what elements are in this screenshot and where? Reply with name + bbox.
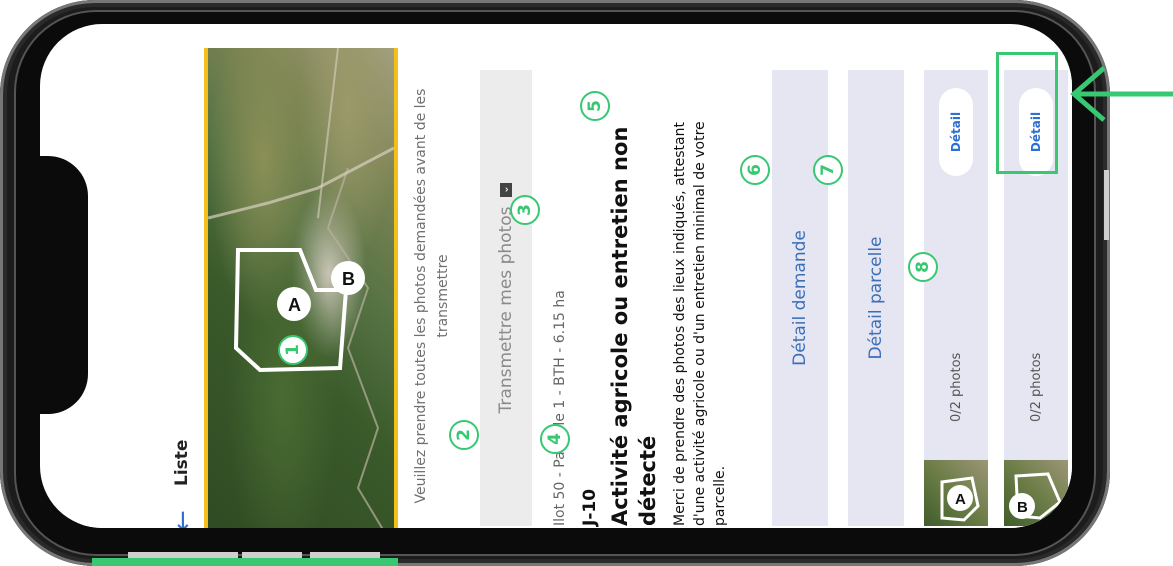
parcel-detail-label: Détail parcelle xyxy=(866,236,886,360)
thumbnail-map: A xyxy=(940,476,980,522)
instructions-text: Veuillez prendre toutes les photos deman… xyxy=(413,88,451,504)
map-label-a: A xyxy=(288,295,301,315)
thumbnail-b: B xyxy=(1004,460,1068,526)
send-photos-label: Transmettre mes photos xyxy=(496,206,516,414)
parcel-detail-panel[interactable]: Détail parcelle xyxy=(848,70,904,526)
thumbnail-label-b: B xyxy=(1017,499,1028,516)
request-detail-label: Détail demande xyxy=(790,230,810,366)
annotation-marker: 4 xyxy=(540,424,570,454)
map-label-b: B xyxy=(342,269,355,289)
send-photos-button[interactable]: Transmettre mes photos ⌄ xyxy=(480,70,532,526)
photo-row-a: A 0/2 photos Détail xyxy=(924,70,988,526)
annotation-marker: 2 xyxy=(449,420,479,450)
request-heading: Activité agricole ou entretien non détec… xyxy=(608,126,660,526)
request-description: Merci de prendre des photos des lieux in… xyxy=(672,121,728,526)
thumbnail-map: B xyxy=(1009,472,1062,520)
phone-notch xyxy=(40,156,88,414)
thumbnail-a: A xyxy=(924,460,988,526)
power-button xyxy=(1104,170,1109,240)
highlight-box xyxy=(996,52,1058,174)
parcel-map[interactable]: A B xyxy=(204,48,398,528)
photo-count-a: 0/2 photos xyxy=(948,352,964,422)
annotation-marker: 1 xyxy=(278,335,308,365)
thumbnail-label-a: A xyxy=(955,491,966,508)
app-view: ← Liste A B Veuillez prendre toutes les … xyxy=(80,48,1072,528)
pointer-arrow-icon xyxy=(1070,66,1173,122)
annotation-marker: 7 xyxy=(813,155,843,185)
annotation-marker: 5 xyxy=(580,91,610,121)
annotation-marker: 8 xyxy=(908,252,938,282)
map-overlay: A B xyxy=(208,48,394,528)
detail-button-a[interactable]: Détail xyxy=(939,88,973,176)
annotation-marker: 6 xyxy=(740,155,770,185)
page-title[interactable]: Liste xyxy=(172,440,192,486)
request-detail-panel[interactable]: Détail demande xyxy=(772,70,828,526)
deadline-badge: J-10 xyxy=(580,488,600,526)
annotation-marker: 3 xyxy=(510,195,540,225)
photo-count-b: 0/2 photos xyxy=(1028,352,1044,422)
highlight-bar xyxy=(92,558,398,566)
chevron-down-icon: ⌄ xyxy=(500,182,512,197)
parcel-meta: Ilot 50 - Parcelle 1 - BTH - 6.15 ha xyxy=(552,290,568,526)
back-arrow-icon[interactable]: ← xyxy=(168,510,198,528)
